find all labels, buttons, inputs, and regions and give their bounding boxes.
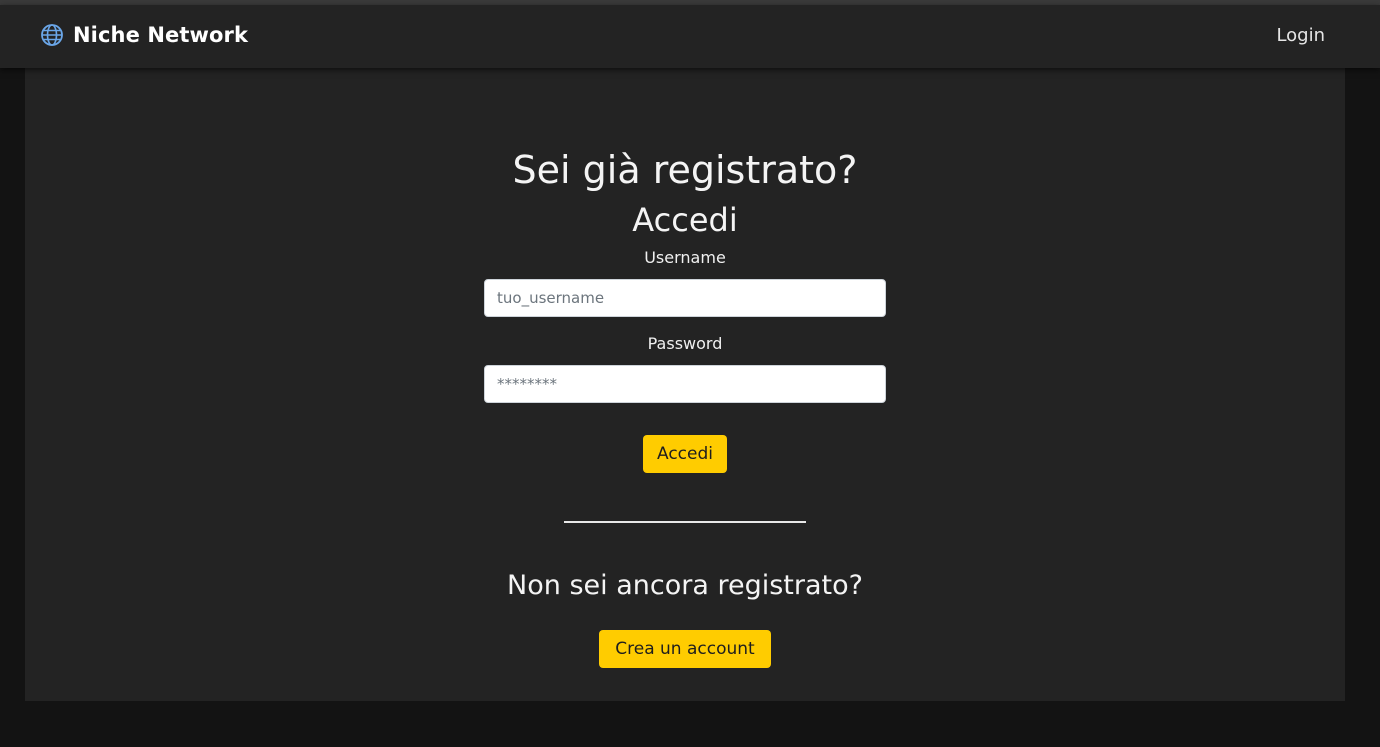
login-title: Sei già registrato? [512,148,858,192]
section-divider [564,521,806,523]
globe-icon [40,23,64,47]
main-panel: Sei già registrato? Accedi Username Pass… [25,68,1345,701]
password-input[interactable] [484,365,886,403]
login-submit-button[interactable]: Accedi [643,435,727,473]
create-account-button[interactable]: Crea un account [599,630,771,668]
password-label: Password [647,334,723,353]
username-label: Username [644,248,726,267]
nav-login-link[interactable]: Login [1276,25,1325,46]
brand-name: Niche Network [73,23,249,47]
username-input[interactable] [484,279,886,317]
brand-link[interactable]: Niche Network [40,23,248,47]
register-title: Non sei ancora registrato? [507,570,863,601]
login-subtitle: Accedi [632,201,738,239]
navbar: Niche Network Login [0,5,1380,68]
